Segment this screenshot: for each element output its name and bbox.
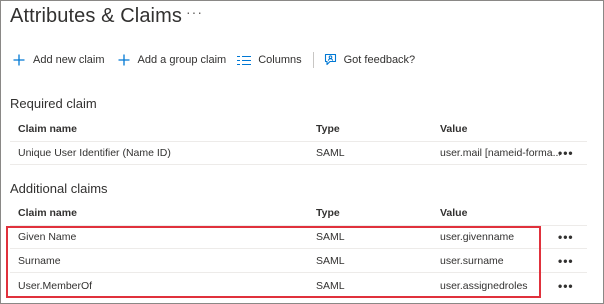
additional-table-header: Claim name Type Value bbox=[10, 200, 587, 226]
columns-icon bbox=[237, 53, 252, 67]
toolbar: Add new claim Add a group claim Columns … bbox=[12, 50, 415, 70]
claim-name-cell: Given Name bbox=[18, 231, 77, 243]
table-row[interactable]: Given Name SAML user.givenname ••• bbox=[10, 226, 587, 249]
additional-claims-heading: Additional claims bbox=[10, 181, 108, 196]
claim-type-cell: SAML bbox=[316, 279, 345, 292]
column-header-claim-name: Claim name bbox=[18, 122, 77, 135]
claim-type-cell: SAML bbox=[316, 255, 345, 267]
plus-icon bbox=[12, 53, 26, 67]
claim-name-cell: User.MemberOf bbox=[18, 279, 93, 292]
column-header-value: Value bbox=[440, 122, 468, 135]
column-header-type: Type bbox=[316, 206, 340, 219]
claim-value-cell: user.surname bbox=[440, 255, 504, 267]
table-row[interactable]: Unique User Identifier (Name ID) SAML us… bbox=[10, 142, 587, 165]
table-row[interactable]: User.MemberOf SAML user.assignedroles ••… bbox=[10, 274, 587, 297]
required-table-header: Claim name Type Value bbox=[10, 116, 587, 142]
claim-type-cell: SAML bbox=[316, 231, 345, 243]
feedback-icon bbox=[323, 53, 337, 67]
claim-name-cell: Unique User Identifier (Name ID) bbox=[18, 147, 171, 159]
page-title: Attributes & Claims bbox=[10, 5, 182, 27]
table-row[interactable]: Surname SAML user.surname ••• bbox=[10, 250, 587, 273]
more-icon[interactable]: ••• bbox=[558, 226, 574, 248]
plus-icon bbox=[117, 53, 131, 67]
column-header-value: Value bbox=[440, 206, 468, 219]
claim-type-cell: SAML bbox=[316, 147, 345, 159]
add-new-claim-label: Add new claim bbox=[33, 54, 105, 66]
column-header-type: Type bbox=[316, 122, 340, 135]
more-icon[interactable]: ••• bbox=[558, 274, 574, 297]
add-group-claim-label: Add a group claim bbox=[137, 54, 227, 66]
columns-button[interactable]: Columns bbox=[237, 50, 302, 70]
add-group-claim-button[interactable]: Add a group claim bbox=[117, 50, 227, 70]
required-claim-heading: Required claim bbox=[10, 96, 97, 111]
add-new-claim-button[interactable]: Add new claim bbox=[12, 50, 105, 70]
column-header-claim-name: Claim name bbox=[18, 206, 77, 219]
claim-value-cell: user.givenname bbox=[440, 231, 515, 243]
more-icon[interactable]: ••• bbox=[558, 142, 574, 164]
columns-label: Columns bbox=[258, 54, 302, 66]
feedback-button[interactable]: Got feedback? bbox=[323, 50, 416, 70]
claim-name-cell: Surname bbox=[18, 255, 61, 267]
claim-value-cell: user.mail [nameid-forma... bbox=[440, 147, 560, 159]
more-icon[interactable]: ••• bbox=[558, 250, 574, 272]
toolbar-divider bbox=[312, 52, 314, 68]
claim-value-cell: user.assignedroles bbox=[440, 279, 528, 292]
feedback-label: Got feedback? bbox=[343, 54, 416, 66]
page-more-button[interactable]: ··· bbox=[186, 4, 203, 20]
